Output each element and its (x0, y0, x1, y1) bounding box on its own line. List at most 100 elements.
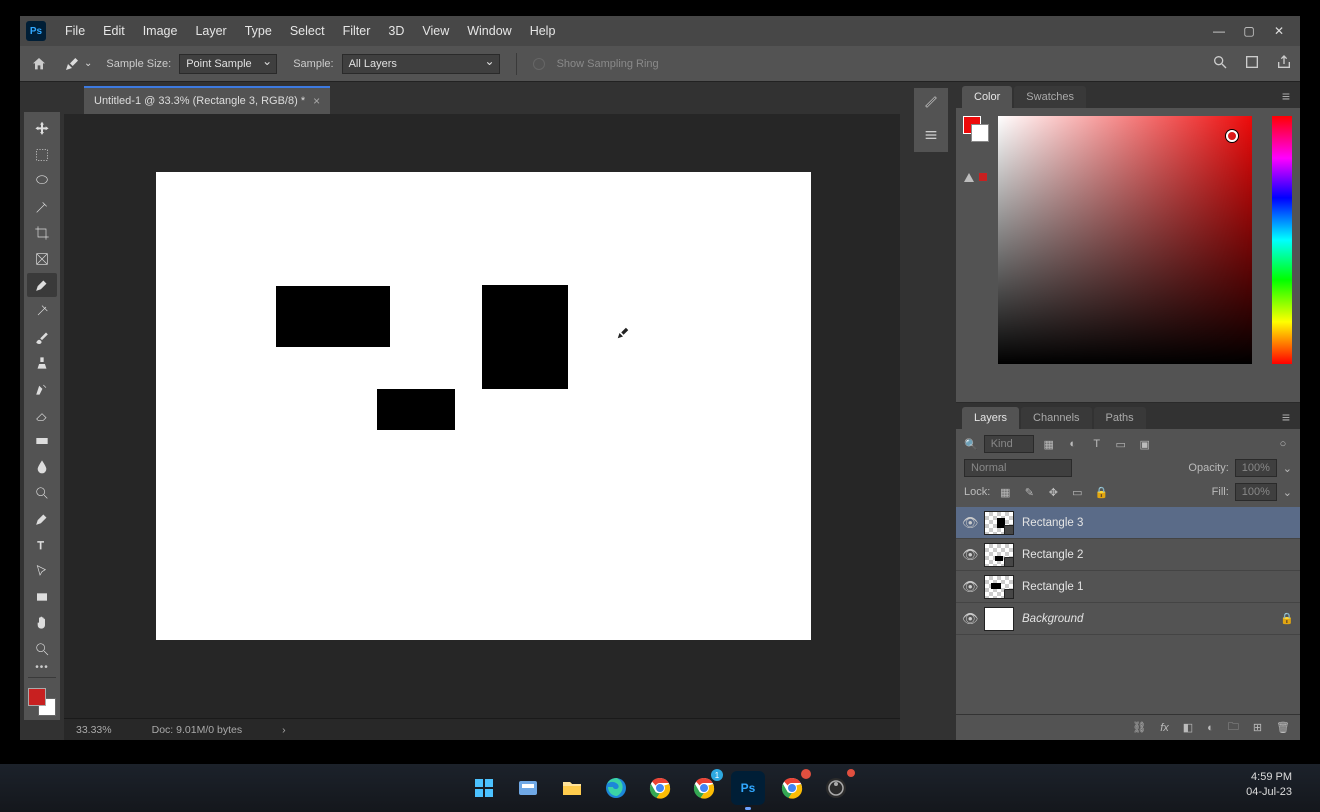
swatches-tab[interactable]: Swatches (1014, 86, 1086, 108)
gamut-warning[interactable] (964, 172, 988, 182)
layers-panel-menu-icon[interactable]: ≡ (1272, 405, 1300, 429)
layer-thumbnail[interactable] (984, 511, 1014, 535)
menu-view[interactable]: View (413, 24, 458, 38)
start-button[interactable] (467, 771, 501, 805)
layer-visibility-icon[interactable]: 👁 (962, 547, 976, 563)
edit-toolbar[interactable]: ••• (35, 662, 49, 673)
taskbar-chrome-canary[interactable] (775, 771, 809, 805)
opacity-input[interactable]: 100% (1235, 459, 1277, 477)
panel-color-swatches[interactable] (963, 116, 989, 142)
history-brush-tool[interactable] (27, 377, 57, 401)
lock-transparency-icon[interactable]: ▦ (996, 484, 1014, 500)
paths-tab[interactable]: Paths (1094, 407, 1146, 429)
taskbar-edge[interactable] (599, 771, 633, 805)
saturation-brightness-field[interactable] (998, 116, 1252, 364)
hue-slider[interactable] (1272, 116, 1292, 364)
menu-select[interactable]: Select (281, 24, 334, 38)
type-tool[interactable]: T (27, 533, 57, 557)
menu-type[interactable]: Type (236, 24, 281, 38)
pen-tool[interactable] (27, 507, 57, 531)
color-panel-menu-icon[interactable]: ≡ (1272, 84, 1300, 108)
blur-tool[interactable] (27, 455, 57, 479)
filter-smart-icon[interactable]: ▣ (1136, 436, 1154, 452)
layer-visibility-icon[interactable]: 👁 (962, 515, 976, 531)
filter-pixel-icon[interactable]: ▦ (1040, 436, 1058, 452)
menu-file[interactable]: File (56, 24, 94, 38)
tool-preset-picker[interactable]: ⌄ (58, 54, 98, 74)
layer-row[interactable]: 👁 Rectangle 3 (956, 507, 1300, 539)
panel-bg-color[interactable] (971, 124, 989, 142)
channels-tab[interactable]: Channels (1021, 407, 1091, 429)
layer-visibility-icon[interactable]: 👁 (962, 611, 976, 627)
document-tab[interactable]: Untitled-1 @ 33.3% (Rectangle 3, RGB/8) … (84, 86, 330, 114)
adjustment-layer-icon[interactable]: ◐ (1207, 722, 1214, 734)
taskbar-chrome[interactable] (643, 771, 677, 805)
filter-search-icon[interactable]: 🔍 (964, 438, 978, 451)
menu-3d[interactable]: 3D (379, 24, 413, 38)
zoom-level[interactable]: 33.33% (76, 724, 112, 736)
foreground-color[interactable] (28, 688, 46, 706)
color-tab[interactable]: Color (962, 86, 1012, 108)
menu-image[interactable]: Image (134, 24, 187, 38)
properties-icon[interactable] (923, 127, 939, 146)
search-icon[interactable] (1212, 54, 1228, 73)
fill-dropdown-icon[interactable]: ⌄ (1283, 486, 1292, 499)
sample-size-select[interactable]: Point Sample (179, 54, 277, 74)
delete-layer-icon[interactable]: 🗑 (1276, 721, 1290, 734)
layer-name[interactable]: Rectangle 1 (1022, 581, 1294, 593)
marquee-tool[interactable] (27, 143, 57, 167)
menu-help[interactable]: Help (521, 24, 565, 38)
healing-brush-tool[interactable] (27, 299, 57, 323)
layer-row[interactable]: 👁 Rectangle 1 (956, 571, 1300, 603)
path-selection-tool[interactable] (27, 559, 57, 583)
clone-stamp-tool[interactable] (27, 351, 57, 375)
color-swatches[interactable] (28, 688, 56, 716)
layer-row[interactable]: 👁 Rectangle 2 (956, 539, 1300, 571)
crop-tool[interactable] (27, 221, 57, 245)
layer-name[interactable]: Rectangle 2 (1022, 549, 1294, 561)
layer-thumbnail[interactable] (984, 575, 1014, 599)
gradient-tool[interactable] (27, 429, 57, 453)
layers-tab[interactable]: Layers (962, 407, 1019, 429)
dodge-tool[interactable] (27, 481, 57, 505)
layer-thumbnail[interactable] (984, 607, 1014, 631)
layer-name[interactable]: Rectangle 3 (1022, 517, 1294, 529)
taskbar-photoshop[interactable]: Ps (731, 771, 765, 805)
system-tray-clock[interactable]: 4:59 PM 04-Jul-23 (1246, 770, 1292, 800)
close-tab-icon[interactable]: × (313, 94, 320, 108)
brush-tool[interactable] (27, 325, 57, 349)
show-sampling-ring-checkbox[interactable] (533, 58, 545, 70)
filter-toggle[interactable]: ○ (1274, 436, 1292, 452)
window-minimize[interactable]: — (1204, 20, 1234, 42)
hand-tool[interactable] (27, 611, 57, 635)
group-icon[interactable]: 🗀 (1228, 718, 1239, 737)
window-close[interactable]: ✕ (1264, 20, 1294, 42)
rectangle-tool[interactable] (27, 585, 57, 609)
eraser-tool[interactable] (27, 403, 57, 427)
windows-taskbar[interactable]: 1 Ps 4:59 PM 04-Jul-23 (0, 764, 1320, 812)
status-chevron-icon[interactable]: › (282, 724, 286, 736)
move-tool[interactable] (27, 117, 57, 141)
layer-name[interactable]: Background (1022, 613, 1272, 625)
layer-style-icon[interactable]: fx (1160, 722, 1169, 734)
zoom-tool[interactable] (27, 637, 57, 661)
filter-type-icon[interactable]: T (1088, 436, 1106, 452)
blend-mode-select[interactable]: Normal (964, 459, 1072, 477)
layer-kind-select[interactable]: Kind (984, 435, 1034, 453)
new-layer-icon[interactable]: ⊞ (1253, 721, 1262, 734)
lock-artboard-icon[interactable]: ▭ (1068, 484, 1086, 500)
menu-window[interactable]: Window (458, 24, 520, 38)
taskbar-obs[interactable] (819, 771, 853, 805)
closest-color-swatch[interactable] (978, 172, 988, 182)
sample-select[interactable]: All Layers (342, 54, 500, 74)
layer-thumbnail[interactable] (984, 543, 1014, 567)
menu-edit[interactable]: Edit (94, 24, 134, 38)
taskbar-chrome-alt[interactable]: 1 (687, 771, 721, 805)
menu-filter[interactable]: Filter (334, 24, 380, 38)
filter-shape-icon[interactable]: ▭ (1112, 436, 1130, 452)
menu-layer[interactable]: Layer (186, 24, 235, 38)
layer-visibility-icon[interactable]: 👁 (962, 579, 976, 595)
canvas[interactable] (156, 172, 811, 640)
eyedropper-tool[interactable] (27, 273, 57, 297)
doc-info[interactable]: Doc: 9.01M/0 bytes (152, 724, 242, 736)
